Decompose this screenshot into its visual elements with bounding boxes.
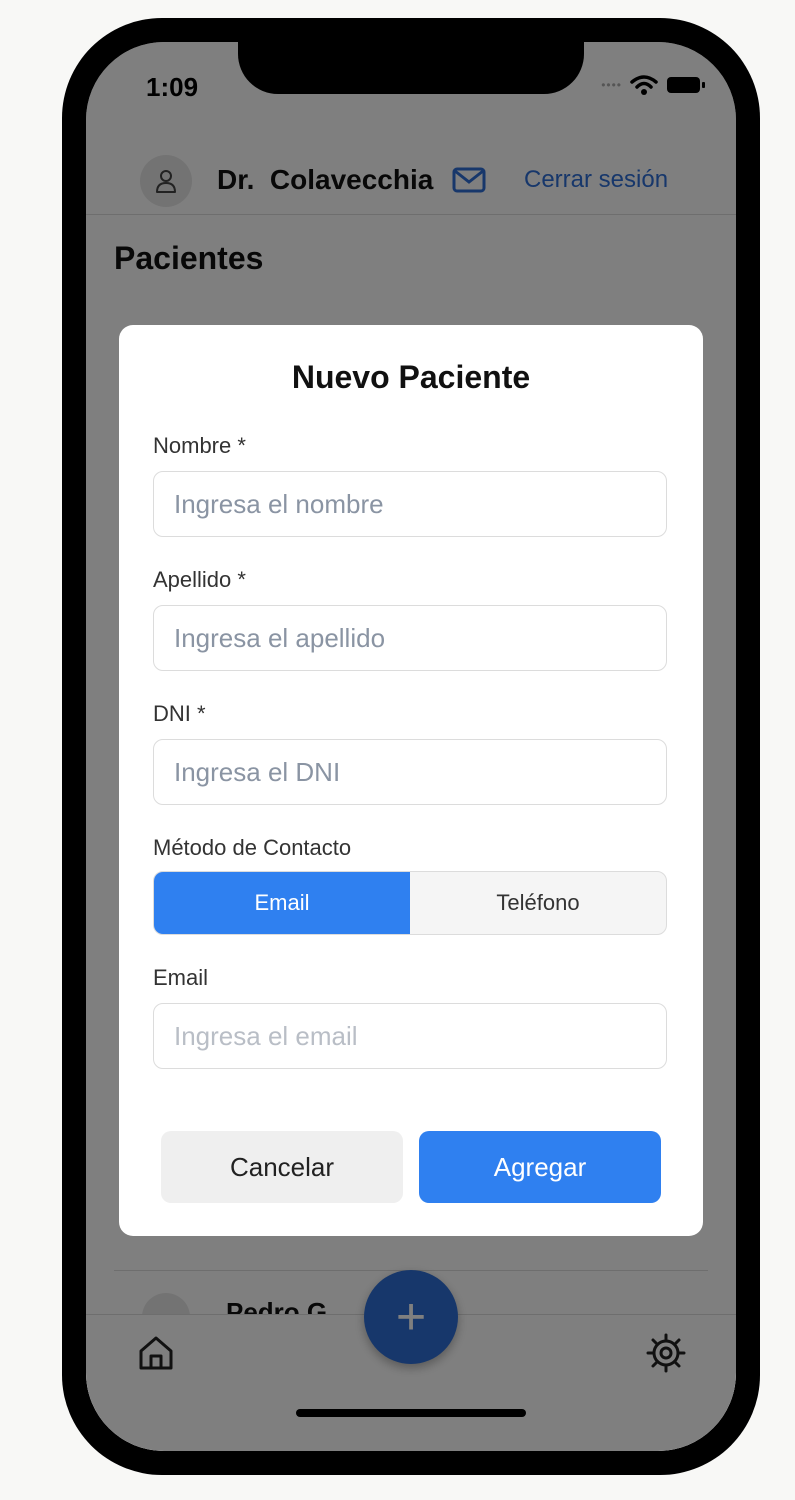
new-patient-modal: Nuevo Paciente Nombre * Apellido * DNI *… xyxy=(119,325,703,1236)
home-indicator xyxy=(296,1409,526,1417)
add-button[interactable]: Agregar xyxy=(419,1131,661,1203)
email-input[interactable] xyxy=(153,1003,667,1069)
contact-method-selector: Email Teléfono xyxy=(153,871,667,935)
contact-method-label: Método de Contacto xyxy=(153,835,352,860)
dni-input[interactable] xyxy=(153,739,667,805)
last-name-label: Apellido * xyxy=(153,567,246,592)
signal-icon: •••• xyxy=(601,78,622,92)
status-icons: •••• xyxy=(601,74,706,96)
first-name-label: Nombre * xyxy=(153,433,246,458)
first-name-input[interactable] xyxy=(153,471,667,537)
phone-frame: 1:09 •••• Dr. C xyxy=(62,18,760,1475)
last-name-input[interactable] xyxy=(153,605,667,671)
notch xyxy=(238,42,584,94)
status-time: 1:09 xyxy=(146,72,199,102)
wifi-icon xyxy=(630,75,658,95)
email-label: Email xyxy=(153,965,209,990)
modal-title: Nuevo Paciente xyxy=(291,359,531,395)
dni-label: DNI * xyxy=(153,701,206,726)
cancel-button[interactable]: Cancelar xyxy=(161,1131,403,1203)
app-screen: 1:09 •••• Dr. C xyxy=(86,42,736,1451)
battery-icon xyxy=(667,77,705,93)
contact-option-phone[interactable]: Teléfono xyxy=(410,872,666,934)
contact-option-email[interactable]: Email xyxy=(154,872,410,934)
